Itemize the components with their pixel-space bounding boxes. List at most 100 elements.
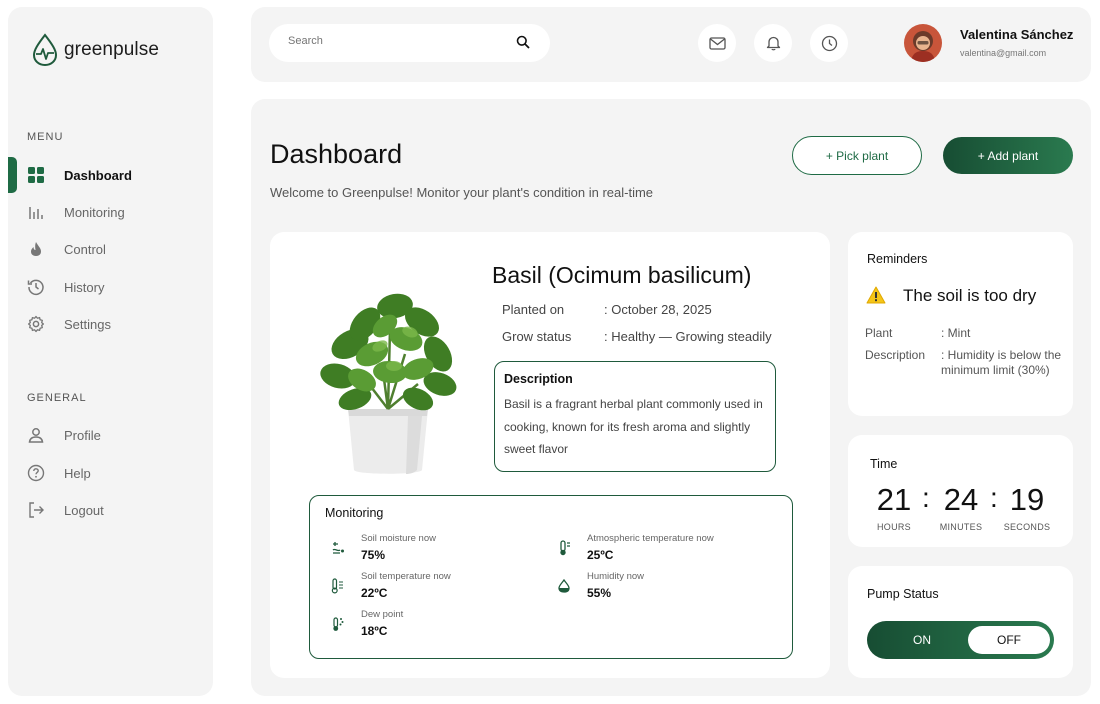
monitoring-value: 18ºC bbox=[361, 624, 388, 638]
time-card: Time 21 : 24 : 19 HOURS MINUTES SECONDS bbox=[848, 435, 1073, 547]
history-icon bbox=[27, 278, 45, 296]
user-avatar-image bbox=[904, 24, 942, 62]
monitoring-soil-temperature: Soil temperature now 22ºC bbox=[330, 571, 550, 605]
user-name[interactable]: Valentina Sánchez bbox=[960, 27, 1073, 42]
description-box: Description Basil is a fragrant herbal p… bbox=[494, 361, 776, 472]
sidebar-item-help[interactable]: Help bbox=[8, 455, 213, 491]
pump-toggle[interactable]: ON OFF bbox=[867, 621, 1054, 659]
monitoring-value: 75% bbox=[361, 548, 386, 562]
monitoring-value: 55% bbox=[587, 586, 612, 600]
greenpulse-logo-icon bbox=[32, 33, 58, 67]
sidebar-item-dashboard[interactable]: Dashboard bbox=[8, 157, 213, 193]
monitoring-label: Soil moisture now bbox=[361, 533, 436, 544]
add-plant-button[interactable]: + Add plant bbox=[943, 137, 1073, 174]
reminder-description-label: Description bbox=[865, 348, 926, 362]
reminder-plant-value: : Mint bbox=[941, 326, 971, 340]
sidebar-item-label: History bbox=[64, 279, 105, 295]
monitoring-atmospheric-temperature: Atmospheric temperature now 25ºC bbox=[556, 533, 776, 567]
pump-off-option[interactable]: OFF bbox=[968, 626, 1050, 654]
sidebar-item-label: Dashboard bbox=[64, 167, 132, 183]
sidebar-item-monitoring[interactable]: Monitoring bbox=[8, 194, 213, 230]
monitoring-value: 25ºC bbox=[587, 548, 614, 562]
search-icon[interactable] bbox=[516, 35, 530, 54]
sidebar-item-label: Help bbox=[64, 465, 91, 481]
general-section-label: GENERAL bbox=[27, 392, 87, 404]
time-hours-label: HOURS bbox=[876, 522, 911, 532]
page-subtitle: Welcome to Greenpulse! Monitor your plan… bbox=[270, 185, 654, 200]
reminders-card: Reminders The soil is too dry Plant : Mi… bbox=[848, 232, 1073, 416]
reminders-title: Reminders bbox=[867, 252, 928, 266]
monitoring-label: Humidity now bbox=[587, 571, 645, 582]
soil-temperature-icon bbox=[330, 578, 346, 594]
pump-status-card: Pump Status ON OFF bbox=[848, 566, 1073, 678]
clock-icon bbox=[821, 35, 837, 51]
avatar[interactable] bbox=[904, 24, 942, 62]
sidebar-item-logout[interactable]: Logout bbox=[8, 492, 213, 528]
description-text: Basil is a fragrant herbal plant commonl… bbox=[504, 397, 763, 456]
plant-name: Basil (Ocimum basilicum) bbox=[492, 262, 752, 288]
top-bar: Valentina Sánchez valentina@gmail.com bbox=[251, 7, 1091, 82]
monitoring-title: Monitoring bbox=[325, 506, 384, 520]
sidebar-item-label: Settings bbox=[64, 316, 111, 332]
thermometer-icon bbox=[556, 540, 572, 556]
grow-status-label: Grow status bbox=[502, 329, 572, 344]
monitoring-dew-point: Dew point 18ºC bbox=[330, 609, 550, 643]
sidebar-item-history[interactable]: History bbox=[8, 269, 213, 305]
basil-plant-image bbox=[320, 293, 457, 474]
bar-chart-icon bbox=[27, 203, 45, 221]
pump-status-title: Pump Status bbox=[867, 587, 939, 601]
planted-on-value: : October 28, 2025 bbox=[604, 302, 712, 317]
sidebar-item-profile[interactable]: Profile bbox=[8, 417, 213, 453]
time-minutes-label: MINUTES bbox=[939, 522, 983, 532]
notifications-button[interactable] bbox=[754, 24, 792, 62]
time-seconds: 19 bbox=[1009, 482, 1045, 517]
sidebar-item-settings[interactable]: Settings bbox=[8, 306, 213, 342]
monitoring-label: Dew point bbox=[361, 609, 404, 620]
brand-name: greenpulse bbox=[64, 39, 160, 60]
mail-icon bbox=[708, 36, 726, 50]
time-separator: : bbox=[922, 482, 930, 513]
active-indicator bbox=[8, 157, 17, 193]
search-box[interactable] bbox=[269, 24, 550, 62]
sidebar-item-label: Control bbox=[64, 241, 106, 257]
soil-moisture-icon bbox=[330, 540, 346, 556]
monitoring-humidity: Humidity now 55% bbox=[556, 571, 776, 605]
clock-button[interactable] bbox=[810, 24, 848, 62]
user-email: valentina@gmail.com bbox=[960, 48, 1047, 58]
page-title: Dashboard bbox=[270, 139, 403, 169]
reminder-message: The soil is too dry bbox=[903, 286, 1037, 305]
brand-logo[interactable]: greenpulse bbox=[32, 33, 159, 67]
monitoring-label: Soil temperature now bbox=[361, 571, 451, 582]
monitoring-soil-moisture: Soil moisture now 75% bbox=[330, 533, 550, 567]
mail-button[interactable] bbox=[698, 24, 736, 62]
warning-icon bbox=[866, 286, 886, 309]
help-icon bbox=[27, 464, 45, 482]
grid-icon bbox=[27, 166, 45, 184]
time-minutes: 24 bbox=[943, 482, 979, 517]
time-hours: 21 bbox=[876, 482, 912, 517]
sidebar-item-label: Logout bbox=[64, 502, 104, 518]
planted-on-label: Planted on bbox=[502, 302, 565, 317]
monitoring-box: Monitoring Soil moisture now 75% Atmosph… bbox=[309, 495, 793, 659]
sidebar-item-label: Monitoring bbox=[64, 204, 125, 220]
search-input[interactable] bbox=[288, 35, 508, 47]
pump-on-option[interactable]: ON bbox=[867, 621, 977, 659]
sidebar-item-label: Profile bbox=[64, 427, 101, 443]
time-seconds-label: SECONDS bbox=[1003, 522, 1051, 532]
reminder-description-value: : Humidity is below the minimum limit (3… bbox=[941, 348, 1062, 377]
plant-card: Basil (Ocimum basilicum) Planted on : Oc… bbox=[270, 232, 830, 678]
main-panel: Dashboard Welcome to Greenpulse! Monitor… bbox=[251, 99, 1091, 696]
flame-icon bbox=[27, 240, 45, 258]
logout-icon bbox=[27, 501, 45, 519]
menu-section-label: MENU bbox=[27, 131, 64, 143]
gear-icon bbox=[27, 315, 45, 333]
monitoring-label: Atmospheric temperature now bbox=[587, 533, 714, 544]
pick-plant-button[interactable]: + Pick plant bbox=[792, 136, 922, 175]
bell-icon bbox=[766, 36, 780, 51]
humidity-drop-icon bbox=[556, 578, 572, 594]
time-title: Time bbox=[870, 457, 898, 471]
reminder-plant-label: Plant bbox=[865, 326, 893, 340]
sidebar-item-control[interactable]: Control bbox=[8, 231, 213, 267]
dew-point-icon bbox=[330, 616, 346, 632]
grow-status-value: : Healthy — Growing steadily bbox=[604, 329, 772, 344]
